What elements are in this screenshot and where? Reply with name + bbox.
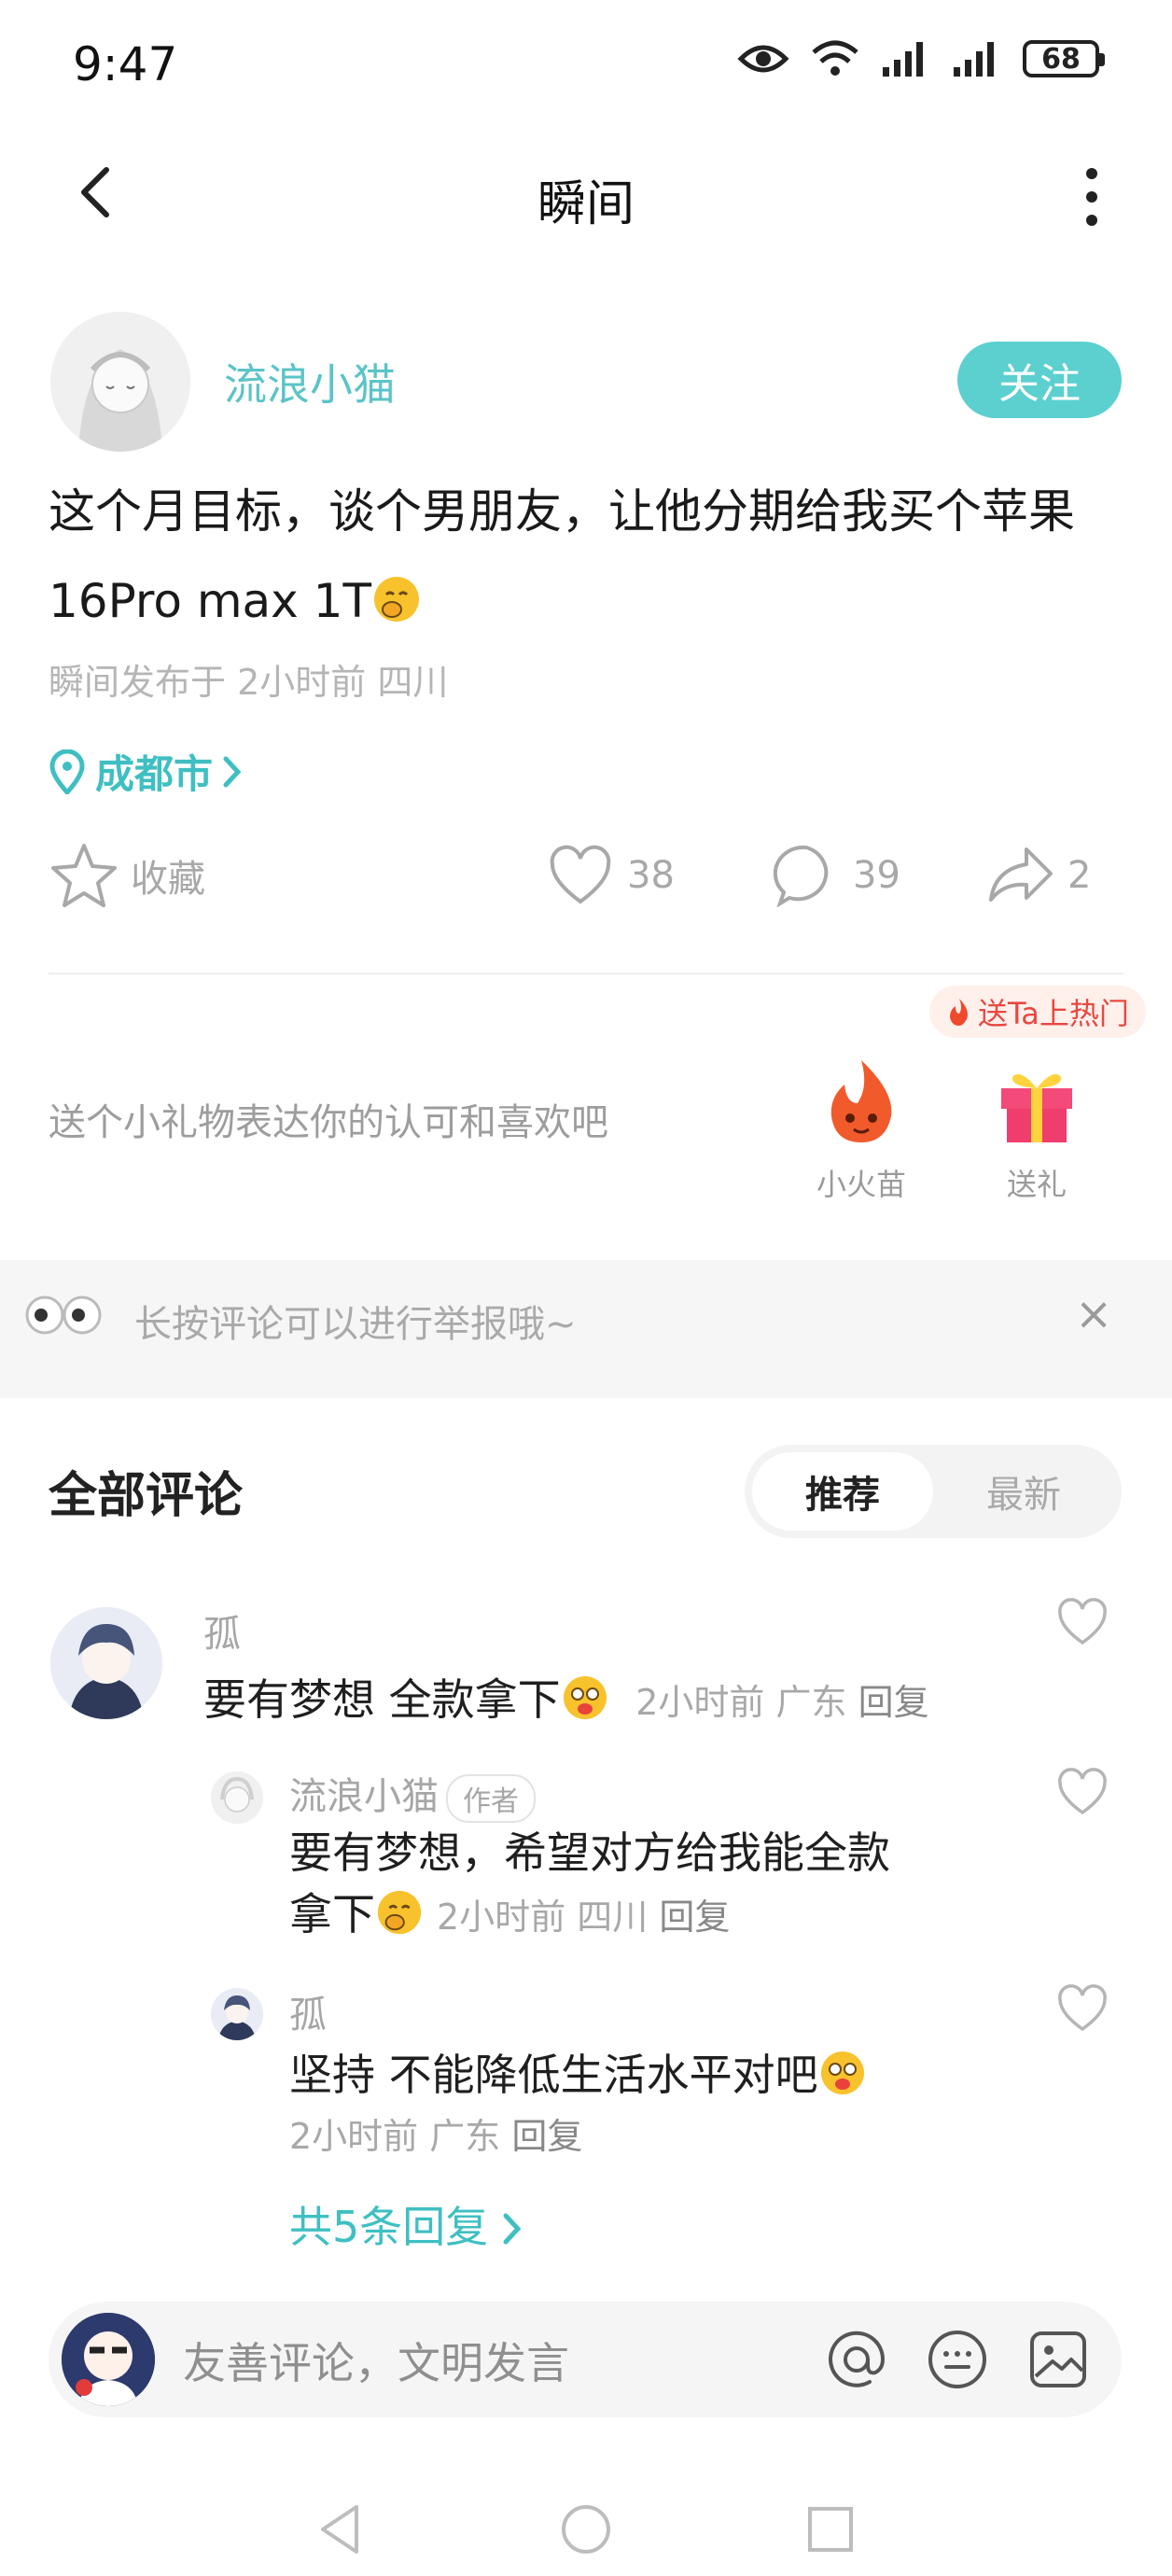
reply-author-line: 流浪小猫 作者	[289, 1766, 536, 1823]
comment-button[interactable]: 39	[771, 840, 900, 911]
nav-back-icon[interactable]	[317, 2503, 364, 2555]
post-text-line2: 16Pro max 1T	[49, 574, 372, 628]
author-avatar[interactable]	[50, 312, 190, 452]
signal-icon	[883, 42, 923, 77]
comment-time: 2小时前	[635, 1682, 765, 1723]
location-pin-icon	[49, 749, 85, 794]
post-actions: 收藏 38 39 2	[49, 840, 1122, 915]
reply-time: 2小时前	[289, 2116, 419, 2157]
star-icon	[51, 844, 117, 907]
share-arrow-icon	[989, 847, 1053, 902]
divider	[49, 973, 1123, 974]
eyes-icon	[25, 1295, 102, 1335]
flame-mascot-icon	[830, 1060, 892, 1142]
reply-like-icon[interactable]	[1056, 1766, 1109, 1818]
my-avatar[interactable]	[62, 2313, 155, 2406]
battery-icon: 68	[1023, 40, 1105, 77]
chevron-right-icon	[503, 2213, 522, 2245]
reply-button[interactable]: 回复	[659, 1897, 730, 1938]
comment-bubble-icon	[773, 845, 829, 908]
shush-emoji-icon	[374, 577, 420, 622]
image-picker-icon[interactable]	[1026, 2328, 1090, 2391]
location-label: 成都市	[95, 751, 214, 797]
gift-flame[interactable]: 小火苗	[801, 1057, 922, 1204]
reply-button[interactable]: 回复	[858, 1682, 929, 1723]
reply-text: 坚持 不能降低生活水平对吧	[289, 2050, 818, 2100]
comment-region: 广东	[775, 1682, 847, 1723]
page-title: 瞬间	[537, 176, 635, 232]
at-mention-icon[interactable]	[825, 2328, 888, 2391]
favorite-label: 收藏	[131, 858, 205, 901]
comment-author[interactable]: 孤	[203, 1603, 241, 1658]
commenter-avatar[interactable]	[50, 1607, 162, 1719]
comment-text: 要有梦想 全款拿下	[203, 1674, 561, 1725]
sort-latest-tab[interactable]: 最新	[933, 1452, 1114, 1531]
more-replies-link[interactable]: 共5条回复	[289, 2193, 523, 2255]
gift-prompt: 送个小礼物表达你的认可和喜欢吧	[49, 1101, 608, 1144]
status-time: 9:47	[73, 37, 178, 91]
chevron-right-icon	[223, 756, 242, 787]
nav-home-icon[interactable]	[560, 2503, 612, 2555]
wifi-icon	[812, 40, 858, 76]
report-tip-text: 长按评论可以进行举报哦~	[134, 1303, 577, 1346]
author-name[interactable]: 流浪小猫	[224, 351, 396, 413]
follow-button[interactable]: 关注	[957, 342, 1122, 418]
system-nav-bar	[0, 2464, 1172, 2576]
reply-body: 坚持 不能降低生活水平对吧 2小时前 广东 回复	[289, 2044, 867, 2167]
comment-like-icon[interactable]	[1056, 1596, 1109, 1648]
flushed-emoji-icon	[820, 2051, 864, 2094]
share-button[interactable]: 2	[985, 840, 1091, 911]
signal-icon-2	[954, 42, 994, 77]
gift-box[interactable]: 送礼	[976, 1057, 1097, 1204]
reply-region: 四川	[577, 1897, 649, 1938]
more-vertical-icon[interactable]	[1073, 164, 1110, 230]
share-count: 2	[1067, 854, 1092, 897]
reply-region: 广东	[429, 2116, 501, 2157]
reply-text-line1: 要有梦想，希望对方给我能全款	[289, 1827, 890, 1878]
sort-recommended-tab[interactable]: 推荐	[752, 1452, 933, 1531]
close-icon[interactable]: ×	[1075, 1288, 1112, 1340]
reply-avatar[interactable]	[211, 1988, 263, 2040]
comment-input[interactable]: 友善评论，文明发言	[183, 2330, 569, 2391]
comment-count: 39	[853, 854, 900, 897]
reply-like-icon[interactable]	[1056, 1982, 1109, 2035]
heart-icon	[550, 845, 611, 904]
like-count: 38	[627, 854, 675, 897]
author-tag: 作者	[446, 1774, 536, 1823]
favorite-button[interactable]: 收藏	[49, 840, 205, 911]
gift-box-label: 送礼	[1006, 1167, 1067, 1202]
status-icons: 68	[737, 39, 1105, 78]
hot-badge[interactable]: 送Ta上热门	[929, 986, 1146, 1038]
comments-title: 全部评论	[49, 1468, 244, 1524]
fire-icon	[950, 999, 968, 1026]
reply-body: 要有梦想，希望对方给我能全款 拿下 2小时前 四川 回复	[289, 1822, 890, 1948]
reply-button[interactable]: 回复	[511, 2116, 582, 2157]
emoji-keyboard-icon[interactable]	[926, 2328, 989, 2391]
reply-author[interactable]: 孤	[289, 1984, 327, 2038]
comment-body: 要有梦想 全款拿下 2小时前 广东 回复	[203, 1669, 929, 1733]
reply-author[interactable]: 流浪小猫	[289, 1775, 439, 1818]
eye-icon	[737, 45, 789, 73]
shush-emoji-icon	[377, 1890, 422, 1935]
hot-badge-label: 送Ta上热门	[978, 996, 1129, 1031]
reply-time: 2小时前	[437, 1897, 566, 1938]
nav-recents-icon[interactable]	[806, 2505, 855, 2554]
post-text: 这个月目标，谈个男朋友，让他分期给我买个苹果 16Pro max 1T	[49, 467, 1131, 646]
reply-text-line2: 拿下	[289, 1889, 375, 1939]
like-button[interactable]: 38	[545, 840, 675, 911]
sort-toggle: 推荐 最新	[745, 1445, 1122, 1538]
post-text-line1: 这个月目标，谈个男朋友，让他分期给我买个苹果	[49, 484, 1075, 539]
location-link[interactable]: 成都市	[49, 743, 243, 800]
more-replies-label: 共5条回复	[289, 2202, 489, 2252]
gift-box-icon	[1001, 1073, 1072, 1142]
reply-avatar[interactable]	[211, 1771, 263, 1824]
gift-flame-label: 小火苗	[816, 1167, 906, 1202]
post-meta: 瞬间发布于 2小时前 四川	[49, 662, 449, 703]
flushed-emoji-icon	[563, 1676, 607, 1719]
